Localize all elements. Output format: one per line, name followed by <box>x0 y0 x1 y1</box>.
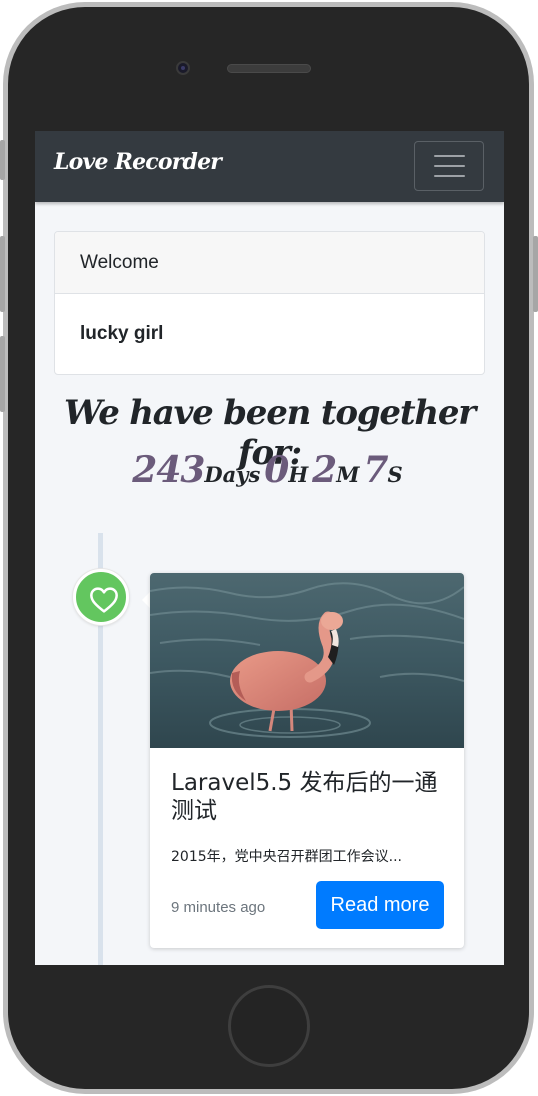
seconds-count: 7 <box>363 449 388 491</box>
hamburger-icon <box>434 155 465 157</box>
love-counter: 243Days 0H 2M 7S <box>35 449 504 491</box>
mute-switch <box>0 140 5 180</box>
navbar-toggler-button[interactable] <box>414 141 484 191</box>
days-unit: Days <box>204 462 261 487</box>
post-title[interactable]: Laravel5.5 发布后的一通测试 <box>171 769 451 825</box>
earpiece-speaker <box>227 64 311 73</box>
hamburger-icon <box>434 165 465 167</box>
minutes-unit: M <box>336 462 360 487</box>
front-camera <box>176 61 190 75</box>
hamburger-icon <box>434 175 465 177</box>
heart-icon <box>90 587 118 613</box>
days-count: 243 <box>132 449 205 491</box>
minutes-count: 2 <box>312 449 337 491</box>
read-more-button[interactable]: Read more <box>316 881 444 929</box>
volume-up-button <box>0 236 5 312</box>
welcome-card-header: Welcome <box>55 232 484 294</box>
volume-down-button <box>0 336 5 412</box>
home-button[interactable] <box>228 985 310 1067</box>
timeline-badge <box>73 569 129 625</box>
hours-count: 0 <box>264 449 289 491</box>
flamingo-photo <box>150 573 464 748</box>
app-screen: Love Recorder Welcome lucky girl We have… <box>35 131 504 965</box>
seconds-unit: S <box>387 462 403 487</box>
power-button <box>533 236 538 312</box>
post-excerpt: 2015年，党中央召开群团工作会议... <box>171 849 402 865</box>
welcome-card-body: lucky girl <box>80 323 164 344</box>
post-timestamp: 9 minutes ago <box>171 899 266 916</box>
navbar: Love Recorder <box>35 131 504 202</box>
brand-logo[interactable]: Love Recorder <box>54 149 222 175</box>
timeline-pointer <box>142 592 150 608</box>
timeline-post-card: Laravel5.5 发布后的一通测试 2015年，党中央召开群团工作会议...… <box>150 573 464 948</box>
hours-unit: H <box>288 462 309 487</box>
welcome-card: Welcome lucky girl <box>54 231 485 375</box>
